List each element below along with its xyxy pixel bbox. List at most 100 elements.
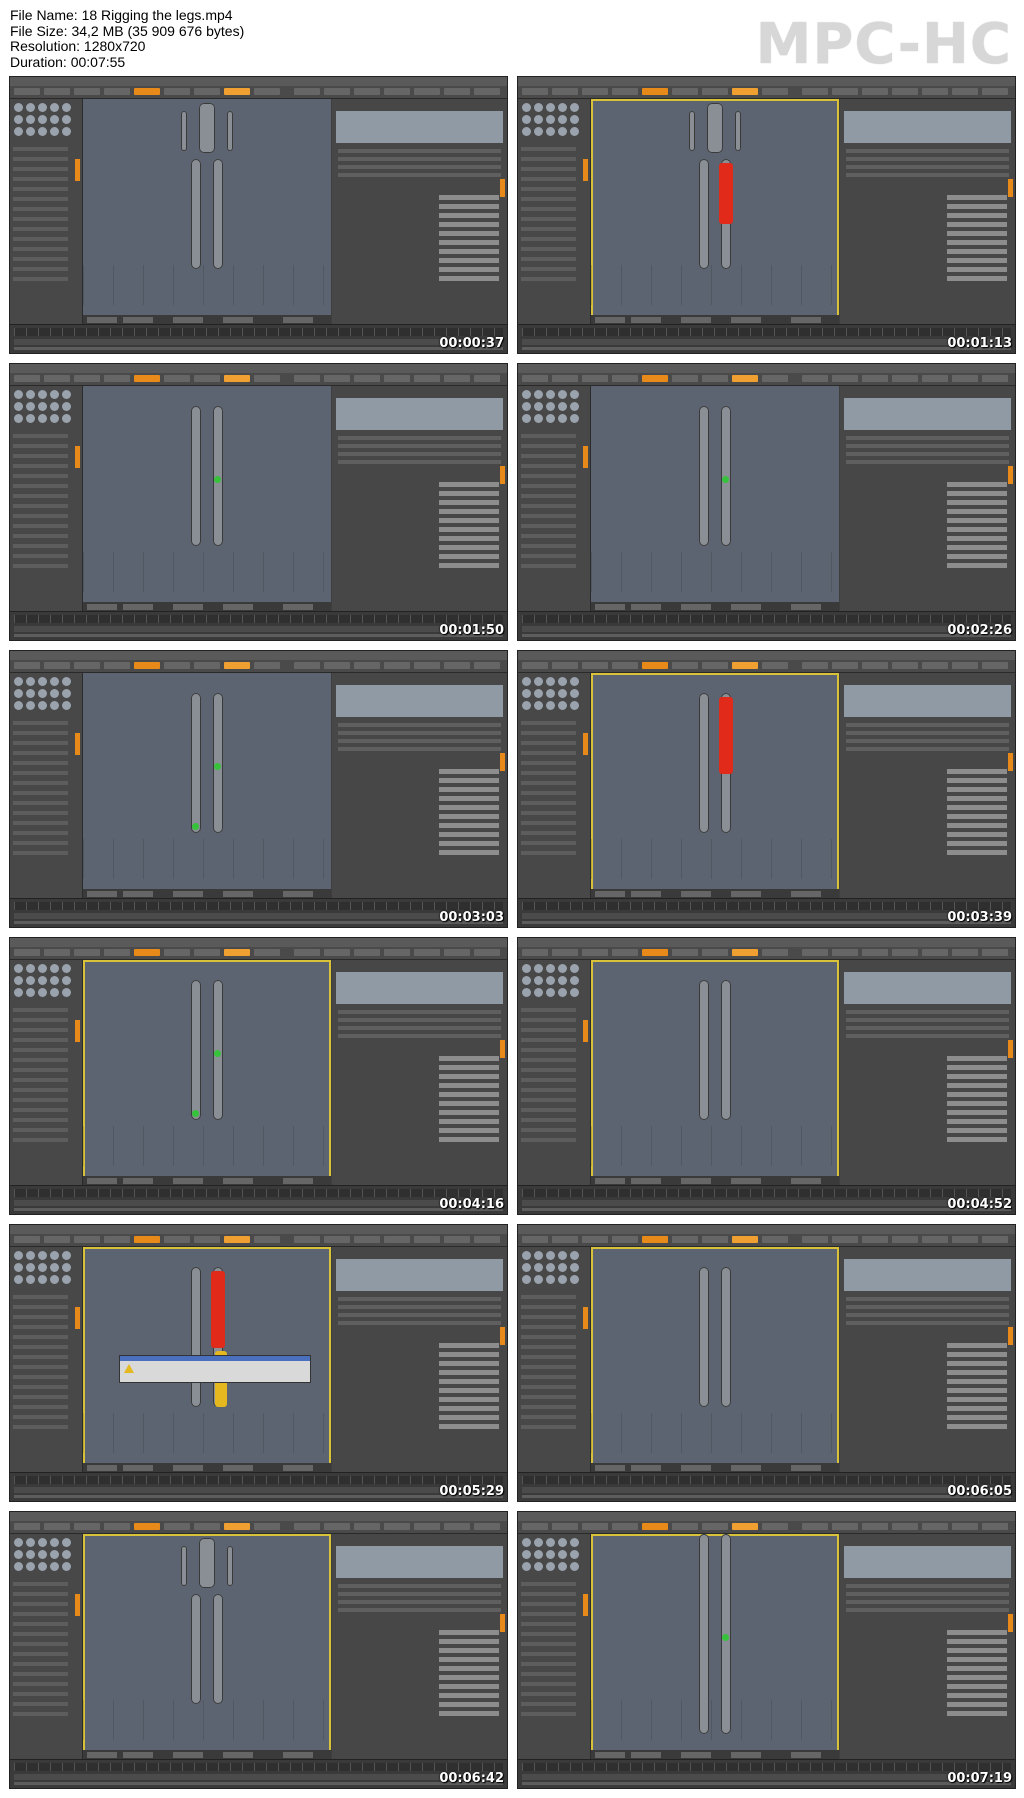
property-field[interactable] <box>439 1343 499 1348</box>
tool-icon[interactable] <box>522 976 531 985</box>
tool-icon[interactable] <box>570 390 579 399</box>
tool-icon[interactable] <box>546 1562 555 1571</box>
tool-icon[interactable] <box>546 402 555 411</box>
tool-icon[interactable] <box>534 964 543 973</box>
timeline[interactable] <box>10 1759 507 1788</box>
property-field[interactable] <box>439 1092 499 1097</box>
tool-icon[interactable] <box>26 103 35 112</box>
tool-icon[interactable] <box>558 976 567 985</box>
property-field[interactable] <box>439 1110 499 1115</box>
timeline[interactable] <box>10 324 507 353</box>
property-field[interactable] <box>439 1657 499 1662</box>
tool-icon[interactable] <box>38 689 47 698</box>
property-field[interactable] <box>947 814 1007 819</box>
property-field[interactable] <box>947 1343 1007 1348</box>
tool-icon[interactable] <box>522 103 531 112</box>
timeline[interactable] <box>518 324 1015 353</box>
timeline[interactable] <box>518 611 1015 640</box>
video-thumbnail[interactable]: 00:06:42 <box>9 1511 508 1789</box>
3d-viewport[interactable] <box>83 1534 331 1760</box>
tool-icon[interactable] <box>38 976 47 985</box>
tool-icon[interactable] <box>522 988 531 997</box>
property-field[interactable] <box>439 222 499 227</box>
property-field[interactable] <box>947 195 1007 200</box>
video-thumbnail[interactable]: 00:01:50 <box>9 363 508 641</box>
tool-icon[interactable] <box>62 1275 71 1284</box>
tool-icon[interactable] <box>38 1538 47 1547</box>
tool-icon[interactable] <box>522 1263 531 1272</box>
tool-icon[interactable] <box>558 115 567 124</box>
property-field[interactable] <box>947 1657 1007 1662</box>
property-field[interactable] <box>947 1675 1007 1680</box>
tool-icon[interactable] <box>26 701 35 710</box>
property-field[interactable] <box>439 267 499 272</box>
tool-icon[interactable] <box>546 988 555 997</box>
tool-icon[interactable] <box>26 677 35 686</box>
tool-icon[interactable] <box>50 1550 59 1559</box>
tool-icon[interactable] <box>50 1562 59 1571</box>
property-field[interactable] <box>439 805 499 810</box>
tool-icon[interactable] <box>522 414 531 423</box>
property-field[interactable] <box>947 1128 1007 1133</box>
property-field[interactable] <box>439 778 499 783</box>
tool-icon[interactable] <box>546 701 555 710</box>
property-field[interactable] <box>947 545 1007 550</box>
tool-icon[interactable] <box>534 402 543 411</box>
property-field[interactable] <box>439 1352 499 1357</box>
property-field[interactable] <box>439 1639 499 1644</box>
tool-icon[interactable] <box>522 1251 531 1260</box>
tool-icon[interactable] <box>50 677 59 686</box>
joint-marker[interactable] <box>192 823 199 830</box>
tool-icon[interactable] <box>50 1275 59 1284</box>
property-field[interactable] <box>439 1361 499 1366</box>
tool-icon[interactable] <box>546 127 555 136</box>
timeline[interactable] <box>518 1185 1015 1214</box>
timeline[interactable] <box>10 611 507 640</box>
tool-icon[interactable] <box>546 976 555 985</box>
video-thumbnail[interactable]: 00:00:37 <box>9 76 508 354</box>
tool-icon[interactable] <box>50 689 59 698</box>
property-field[interactable] <box>439 1675 499 1680</box>
tool-icon[interactable] <box>522 1562 531 1571</box>
tool-icon[interactable] <box>26 689 35 698</box>
tool-icon[interactable] <box>38 127 47 136</box>
tool-icon[interactable] <box>26 1550 35 1559</box>
tool-icon[interactable] <box>50 127 59 136</box>
property-field[interactable] <box>947 249 1007 254</box>
tool-icon[interactable] <box>14 103 23 112</box>
property-field[interactable] <box>947 1137 1007 1142</box>
property-field[interactable] <box>439 500 499 505</box>
property-field[interactable] <box>439 1397 499 1402</box>
video-thumbnail[interactable]: 00:03:03 <box>9 650 508 928</box>
property-field[interactable] <box>439 787 499 792</box>
tool-icon[interactable] <box>62 1251 71 1260</box>
property-field[interactable] <box>439 1379 499 1384</box>
property-field[interactable] <box>947 213 1007 218</box>
timeline[interactable] <box>10 898 507 927</box>
property-field[interactable] <box>947 258 1007 263</box>
tool-icon[interactable] <box>570 127 579 136</box>
tool-icon[interactable] <box>558 103 567 112</box>
tool-icon[interactable] <box>558 1550 567 1559</box>
tool-icon[interactable] <box>38 414 47 423</box>
tool-icon[interactable] <box>570 964 579 973</box>
tool-icon[interactable] <box>26 402 35 411</box>
tool-icon[interactable] <box>570 103 579 112</box>
property-field[interactable] <box>947 554 1007 559</box>
property-field[interactable] <box>947 1648 1007 1653</box>
property-field[interactable] <box>947 222 1007 227</box>
property-field[interactable] <box>439 509 499 514</box>
tool-icon[interactable] <box>546 677 555 686</box>
tool-icon[interactable] <box>534 988 543 997</box>
tool-icon[interactable] <box>522 1538 531 1547</box>
property-field[interactable] <box>947 1101 1007 1106</box>
tool-icon[interactable] <box>558 964 567 973</box>
tool-icon[interactable] <box>570 1538 579 1547</box>
tool-icon[interactable] <box>62 976 71 985</box>
property-field[interactable] <box>439 814 499 819</box>
property-field[interactable] <box>439 276 499 281</box>
tool-icon[interactable] <box>522 1275 531 1284</box>
tool-icon[interactable] <box>14 701 23 710</box>
property-field[interactable] <box>439 1137 499 1142</box>
tool-icon[interactable] <box>558 1538 567 1547</box>
